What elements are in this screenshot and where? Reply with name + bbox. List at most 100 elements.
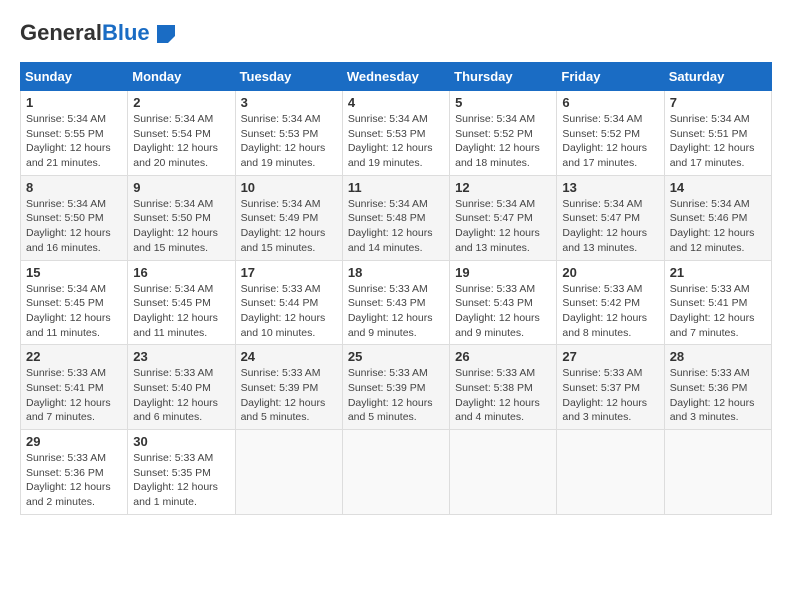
week-row-5: 29 Sunrise: 5:33 AM Sunset: 5:36 PM Dayl… (21, 430, 772, 515)
header: GeneralBlue (20, 20, 772, 46)
sunrise-label: Sunrise: 5:33 AM (26, 367, 106, 379)
daylight-minutes: and 7 minutes. (670, 327, 739, 339)
week-row-4: 22 Sunrise: 5:33 AM Sunset: 5:41 PM Dayl… (21, 345, 772, 430)
calendar-cell: 11 Sunrise: 5:34 AM Sunset: 5:48 PM Dayl… (342, 175, 449, 260)
cell-day-number: 6 (562, 95, 658, 110)
sunset-label: Sunset: 5:36 PM (26, 467, 104, 479)
cell-day-number: 9 (133, 180, 229, 195)
cell-info: Sunrise: 5:34 AM Sunset: 5:45 PM Dayligh… (133, 282, 229, 341)
daylight-label: Daylight: 12 hours (26, 481, 111, 493)
cell-info: Sunrise: 5:33 AM Sunset: 5:40 PM Dayligh… (133, 366, 229, 425)
daylight-label: Daylight: 12 hours (562, 312, 647, 324)
week-row-1: 1 Sunrise: 5:34 AM Sunset: 5:55 PM Dayli… (21, 91, 772, 176)
cell-day-number: 4 (348, 95, 444, 110)
daylight-minutes: and 15 minutes. (133, 242, 208, 254)
cell-info: Sunrise: 5:33 AM Sunset: 5:41 PM Dayligh… (26, 366, 122, 425)
sunset-label: Sunset: 5:50 PM (26, 212, 104, 224)
daylight-minutes: and 20 minutes. (133, 157, 208, 169)
daylight-label: Daylight: 12 hours (26, 312, 111, 324)
sunrise-label: Sunrise: 5:33 AM (670, 283, 750, 295)
daylight-label: Daylight: 12 hours (562, 397, 647, 409)
daylight-label: Daylight: 12 hours (133, 227, 218, 239)
cell-day-number: 1 (26, 95, 122, 110)
cell-info: Sunrise: 5:33 AM Sunset: 5:36 PM Dayligh… (26, 451, 122, 510)
daylight-minutes: and 19 minutes. (241, 157, 316, 169)
cell-day-number: 20 (562, 265, 658, 280)
daylight-label: Daylight: 12 hours (348, 312, 433, 324)
cell-day-number: 11 (348, 180, 444, 195)
cell-day-number: 10 (241, 180, 337, 195)
sunrise-label: Sunrise: 5:34 AM (562, 113, 642, 125)
daylight-minutes: and 6 minutes. (133, 411, 202, 423)
week-row-3: 15 Sunrise: 5:34 AM Sunset: 5:45 PM Dayl… (21, 260, 772, 345)
calendar-cell: 19 Sunrise: 5:33 AM Sunset: 5:43 PM Dayl… (450, 260, 557, 345)
sunrise-label: Sunrise: 5:34 AM (26, 113, 106, 125)
sunrise-label: Sunrise: 5:33 AM (562, 367, 642, 379)
daylight-label: Daylight: 12 hours (670, 142, 755, 154)
sunset-label: Sunset: 5:39 PM (241, 382, 319, 394)
sunset-label: Sunset: 5:36 PM (670, 382, 748, 394)
daylight-label: Daylight: 12 hours (670, 397, 755, 409)
weekday-header-thursday: Thursday (450, 63, 557, 91)
cell-day-number: 13 (562, 180, 658, 195)
calendar-cell: 27 Sunrise: 5:33 AM Sunset: 5:37 PM Dayl… (557, 345, 664, 430)
cell-day-number: 2 (133, 95, 229, 110)
calendar-cell: 2 Sunrise: 5:34 AM Sunset: 5:54 PM Dayli… (128, 91, 235, 176)
cell-day-number: 18 (348, 265, 444, 280)
cell-info: Sunrise: 5:34 AM Sunset: 5:54 PM Dayligh… (133, 112, 229, 171)
calendar-cell: 8 Sunrise: 5:34 AM Sunset: 5:50 PM Dayli… (21, 175, 128, 260)
cell-day-number: 5 (455, 95, 551, 110)
logo-text: GeneralBlue (20, 20, 175, 46)
cell-day-number: 12 (455, 180, 551, 195)
sunset-label: Sunset: 5:54 PM (133, 128, 211, 140)
logo: GeneralBlue (20, 20, 175, 46)
daylight-minutes: and 13 minutes. (562, 242, 637, 254)
daylight-label: Daylight: 12 hours (348, 142, 433, 154)
calendar-cell: 20 Sunrise: 5:33 AM Sunset: 5:42 PM Dayl… (557, 260, 664, 345)
sunrise-label: Sunrise: 5:34 AM (26, 198, 106, 210)
logo-icon (157, 25, 175, 43)
cell-day-number: 29 (26, 434, 122, 449)
calendar-cell (235, 430, 342, 515)
daylight-minutes: and 3 minutes. (670, 411, 739, 423)
cell-info: Sunrise: 5:33 AM Sunset: 5:39 PM Dayligh… (348, 366, 444, 425)
daylight-minutes: and 7 minutes. (26, 411, 95, 423)
sunrise-label: Sunrise: 5:33 AM (455, 367, 535, 379)
sunset-label: Sunset: 5:47 PM (562, 212, 640, 224)
calendar-cell: 4 Sunrise: 5:34 AM Sunset: 5:53 PM Dayli… (342, 91, 449, 176)
daylight-label: Daylight: 12 hours (670, 312, 755, 324)
daylight-label: Daylight: 12 hours (670, 227, 755, 239)
sunrise-label: Sunrise: 5:34 AM (455, 198, 535, 210)
sunrise-label: Sunrise: 5:33 AM (670, 367, 750, 379)
calendar-cell: 29 Sunrise: 5:33 AM Sunset: 5:36 PM Dayl… (21, 430, 128, 515)
cell-day-number: 23 (133, 349, 229, 364)
daylight-label: Daylight: 12 hours (562, 227, 647, 239)
calendar-cell: 12 Sunrise: 5:34 AM Sunset: 5:47 PM Dayl… (450, 175, 557, 260)
sunset-label: Sunset: 5:50 PM (133, 212, 211, 224)
sunset-label: Sunset: 5:41 PM (670, 297, 748, 309)
calendar-cell (450, 430, 557, 515)
calendar-cell: 30 Sunrise: 5:33 AM Sunset: 5:35 PM Dayl… (128, 430, 235, 515)
sunrise-label: Sunrise: 5:34 AM (241, 113, 321, 125)
cell-info: Sunrise: 5:33 AM Sunset: 5:41 PM Dayligh… (670, 282, 766, 341)
calendar-cell: 10 Sunrise: 5:34 AM Sunset: 5:49 PM Dayl… (235, 175, 342, 260)
cell-info: Sunrise: 5:34 AM Sunset: 5:53 PM Dayligh… (241, 112, 337, 171)
cell-info: Sunrise: 5:34 AM Sunset: 5:52 PM Dayligh… (562, 112, 658, 171)
daylight-minutes: and 4 minutes. (455, 411, 524, 423)
daylight-minutes: and 12 minutes. (670, 242, 745, 254)
calendar-cell: 15 Sunrise: 5:34 AM Sunset: 5:45 PM Dayl… (21, 260, 128, 345)
calendar-cell: 14 Sunrise: 5:34 AM Sunset: 5:46 PM Dayl… (664, 175, 771, 260)
cell-day-number: 28 (670, 349, 766, 364)
daylight-label: Daylight: 12 hours (26, 397, 111, 409)
daylight-minutes: and 11 minutes. (26, 327, 100, 339)
daylight-label: Daylight: 12 hours (133, 397, 218, 409)
cell-info: Sunrise: 5:33 AM Sunset: 5:44 PM Dayligh… (241, 282, 337, 341)
daylight-label: Daylight: 12 hours (26, 142, 111, 154)
cell-day-number: 30 (133, 434, 229, 449)
daylight-minutes: and 5 minutes. (241, 411, 310, 423)
daylight-label: Daylight: 12 hours (241, 397, 326, 409)
daylight-label: Daylight: 12 hours (348, 227, 433, 239)
daylight-label: Daylight: 12 hours (241, 312, 326, 324)
daylight-minutes: and 16 minutes. (26, 242, 101, 254)
cell-info: Sunrise: 5:34 AM Sunset: 5:50 PM Dayligh… (26, 197, 122, 256)
